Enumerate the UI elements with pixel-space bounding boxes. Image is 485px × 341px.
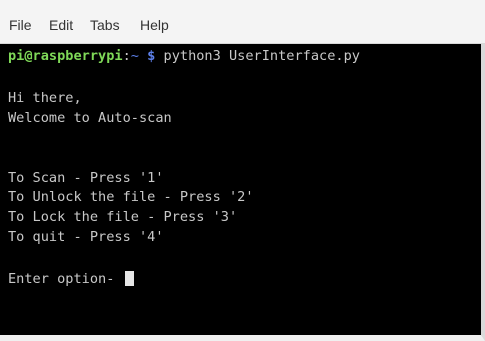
output-option-lock: To Lock the file - Press '3' [8,209,238,225]
command-text: python3 UserInterface.py [163,48,360,64]
output-option-quit: To quit - Press '4' [8,229,164,245]
menu-file[interactable]: File [9,16,32,34]
command-line: pi@raspberrypi:~ $ python3 UserInterface… [8,46,360,66]
terminal-window: File Edit Tabs Help pi@raspberrypi:~ $ p… [0,0,485,341]
input-prompt: Enter option- [8,271,123,287]
menu-bar: File Edit Tabs Help [0,0,485,44]
input-line[interactable]: Enter option- [8,269,134,289]
output-greeting: Hi there, [8,90,82,106]
output-welcome: Welcome to Auto-scan [8,110,172,126]
output-option-unlock: To Unlock the file - Press '2' [8,189,254,205]
prompt-dollar: $ [147,48,156,64]
text-cursor [124,271,134,286]
prompt-path: ~ [130,48,139,64]
output-option-scan: To Scan - Press '1' [8,170,164,186]
menu-tabs[interactable]: Tabs [90,16,120,34]
menu-help[interactable]: Help [140,16,169,34]
prompt-user-host: pi@raspberrypi [8,48,123,64]
menu-edit[interactable]: Edit [49,16,73,34]
prompt-separator: : [122,48,131,64]
terminal-output[interactable]: pi@raspberrypi:~ $ python3 UserInterface… [0,44,485,341]
